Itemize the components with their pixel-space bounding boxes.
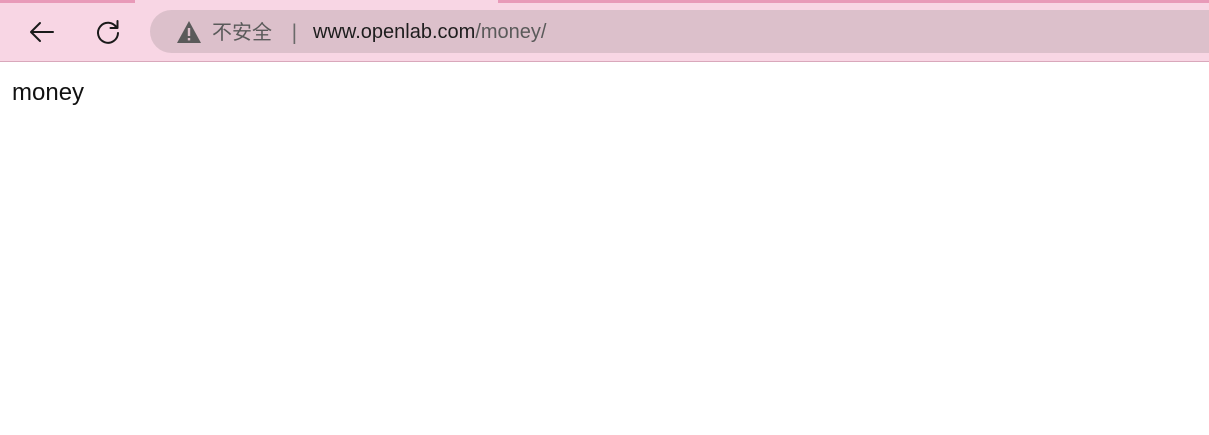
- reload-button[interactable]: [88, 12, 128, 52]
- tab-edge-right: [498, 0, 1209, 3]
- url-host: www.openlab.com: [313, 21, 476, 43]
- back-button[interactable]: [22, 12, 62, 52]
- tab-edge-left: [0, 0, 135, 3]
- url-text[interactable]: www.openlab.com/money/: [313, 20, 546, 44]
- address-separator: |: [291, 20, 298, 44]
- browser-toolbar: 不安全 | www.openlab.com/money/: [0, 0, 1209, 62]
- warning-triangle-icon[interactable]: [176, 20, 202, 44]
- page-body-text: money: [12, 79, 85, 106]
- security-status-label[interactable]: 不安全: [212, 20, 272, 44]
- address-bar[interactable]: 不安全 | www.openlab.com/money/: [150, 10, 1209, 53]
- reload-icon: [97, 20, 119, 44]
- back-arrow-icon: [30, 22, 54, 42]
- url-path: /money/: [475, 21, 547, 43]
